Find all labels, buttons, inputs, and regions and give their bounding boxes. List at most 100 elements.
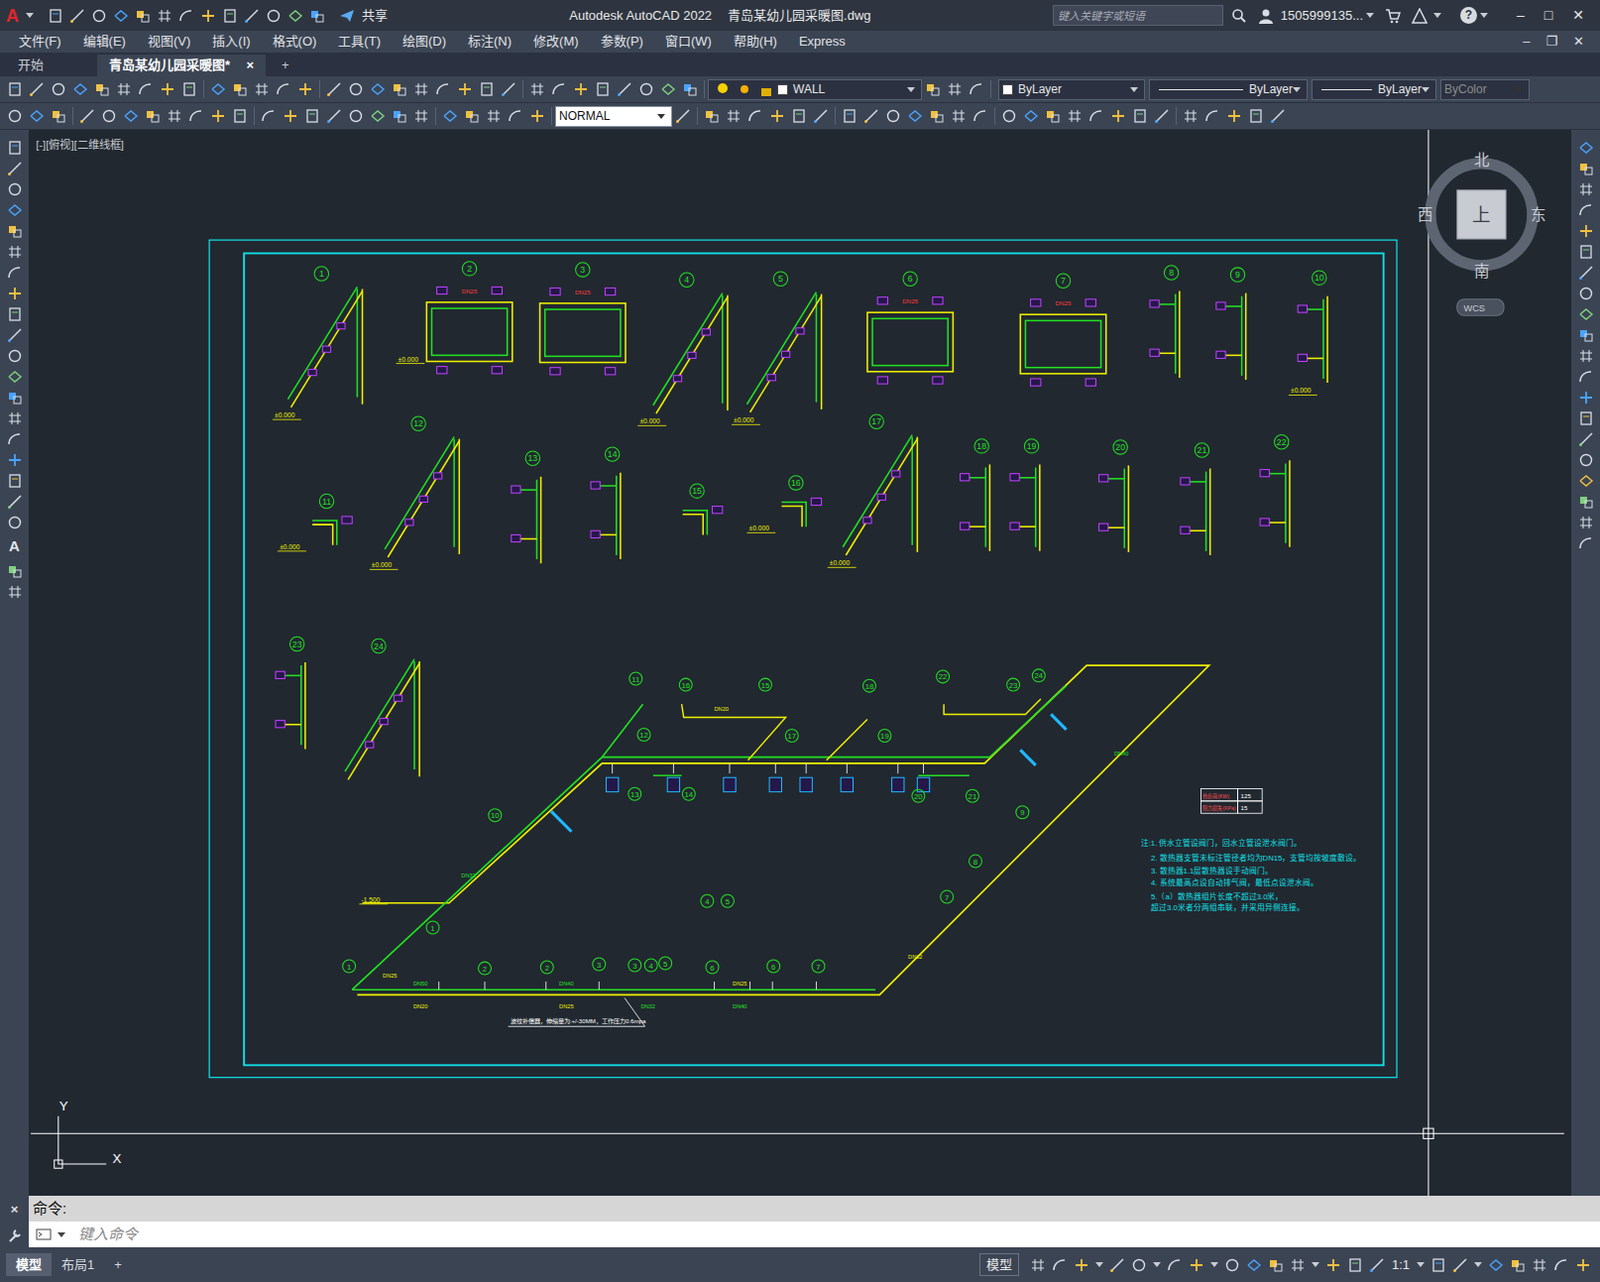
grid-icon[interactable] (304, 108, 321, 124)
lineweight-dropdown-value[interactable]: ByLayer (1377, 80, 1422, 99)
new-icon[interactable] (6, 139, 23, 156)
arc-icon[interactable] (1578, 264, 1595, 281)
block-icon[interactable] (1578, 285, 1595, 302)
user-name[interactable]: 1505999135... (1280, 5, 1364, 26)
block-icon[interactable] (265, 7, 282, 24)
document-tab[interactable]: 青岛某幼儿园采暖图*× (97, 54, 266, 77)
line-icon[interactable] (144, 108, 161, 124)
move-icon[interactable] (1166, 1257, 1183, 1273)
circle-icon[interactable] (1578, 181, 1595, 198)
command-close[interactable]: × (10, 1199, 19, 1220)
move-icon[interactable] (260, 108, 277, 124)
search-field[interactable] (1052, 4, 1224, 26)
layer-icon[interactable] (457, 81, 473, 98)
grid-icon[interactable] (1347, 1257, 1364, 1273)
layer-icon[interactable] (529, 108, 546, 124)
save-icon[interactable] (1224, 1257, 1241, 1273)
move-icon[interactable] (972, 108, 989, 124)
move-icon[interactable] (747, 108, 764, 124)
layer-icon[interactable] (200, 7, 217, 24)
dimension-icon[interactable] (287, 7, 304, 24)
move-icon[interactable] (1088, 108, 1105, 124)
color-dropdown[interactable]: ByLayer (998, 79, 1145, 101)
app-logo[interactable]: A (5, 6, 19, 25)
line-icon[interactable] (6, 223, 23, 239)
cart-icon[interactable] (1384, 7, 1401, 24)
arc-icon[interactable] (1153, 108, 1170, 124)
print-icon[interactable] (28, 108, 45, 124)
grid-icon[interactable] (181, 81, 198, 98)
move-icon[interactable] (1578, 202, 1595, 219)
dropdown-caret[interactable] (1480, 12, 1488, 18)
circle-icon[interactable] (950, 108, 967, 124)
layer-icon[interactable] (1575, 1257, 1592, 1273)
dimension-icon[interactable] (369, 108, 386, 124)
menu-item[interactable]: 参数(P) (589, 30, 655, 53)
line-icon[interactable] (1509, 1257, 1526, 1273)
grid-icon[interactable] (1248, 108, 1264, 124)
print-icon[interactable] (1578, 389, 1595, 406)
dropdown-caret[interactable] (57, 1232, 66, 1238)
new-icon[interactable] (391, 108, 408, 124)
new-icon[interactable] (682, 81, 698, 98)
open-icon[interactable] (79, 108, 96, 124)
layer-icon[interactable] (1073, 1257, 1090, 1273)
open-icon[interactable] (69, 7, 86, 24)
search-icon[interactable] (1231, 7, 1248, 24)
layer-dropdown-value[interactable]: WALL (793, 80, 825, 99)
window-control[interactable]: – (1506, 4, 1535, 26)
open-icon[interactable] (28, 81, 45, 98)
line-icon[interactable] (1578, 410, 1595, 427)
line-icon[interactable] (924, 81, 941, 98)
print-icon[interactable] (113, 7, 129, 24)
text-style-dropdown[interactable]: NORMAL (555, 106, 673, 127)
dropdown-caret[interactable] (1366, 12, 1374, 18)
dropdown-caret[interactable] (1433, 12, 1442, 18)
open-icon[interactable] (675, 108, 691, 124)
move-icon[interactable] (137, 81, 154, 98)
bulb-icon[interactable] (714, 81, 731, 98)
print-icon[interactable] (72, 81, 89, 98)
tab-label[interactable]: 青岛某幼儿园采暖图* (109, 54, 230, 77)
open-icon[interactable] (6, 160, 23, 177)
circle-icon[interactable] (1289, 1257, 1306, 1273)
circle-icon[interactable] (485, 108, 502, 124)
move-icon[interactable] (968, 81, 985, 98)
save-icon[interactable] (6, 181, 23, 198)
grid-icon[interactable] (1578, 243, 1595, 260)
share-button[interactable]: 共享 (336, 5, 388, 26)
save-icon[interactable] (91, 7, 108, 24)
save-icon[interactable] (6, 431, 23, 448)
circle-icon[interactable] (529, 81, 546, 98)
line-icon[interactable] (94, 81, 111, 98)
ucs-menu[interactable] (1457, 299, 1504, 316)
new-icon[interactable] (1430, 1257, 1447, 1273)
print-icon[interactable] (1246, 1257, 1262, 1273)
linetype-dropdown-value[interactable]: ByLayer (1249, 80, 1293, 99)
arc-icon[interactable] (616, 81, 633, 98)
document-tab[interactable]: 开始 (5, 54, 98, 77)
compass-ring[interactable] (1430, 163, 1533, 266)
move-icon[interactable] (188, 108, 205, 124)
paper-plane-icon[interactable] (339, 7, 355, 24)
print-icon[interactable] (1487, 1257, 1504, 1273)
block-icon[interactable] (1578, 535, 1595, 552)
save-icon[interactable] (50, 81, 67, 98)
save-icon[interactable] (885, 108, 902, 124)
layer-icon[interactable] (769, 108, 786, 124)
layer-icon[interactable] (1110, 108, 1127, 124)
save-icon[interactable] (1131, 1257, 1147, 1273)
dropdown-caret[interactable] (1095, 1261, 1104, 1267)
new-icon[interactable] (6, 81, 23, 98)
move-icon[interactable] (1553, 1257, 1570, 1273)
line-icon[interactable] (1578, 160, 1595, 177)
dropdown-caret[interactable] (1311, 1261, 1320, 1267)
apps-icon[interactable] (1411, 7, 1428, 24)
line-icon[interactable] (391, 81, 408, 98)
annotation-scale[interactable]: 1:1 (1387, 1255, 1414, 1275)
sun-icon[interactable] (736, 81, 753, 98)
save-icon[interactable] (1001, 108, 1018, 124)
user-icon[interactable] (1257, 7, 1274, 24)
move-icon[interactable] (178, 7, 195, 24)
menu-item[interactable]: 编辑(E) (72, 30, 137, 53)
